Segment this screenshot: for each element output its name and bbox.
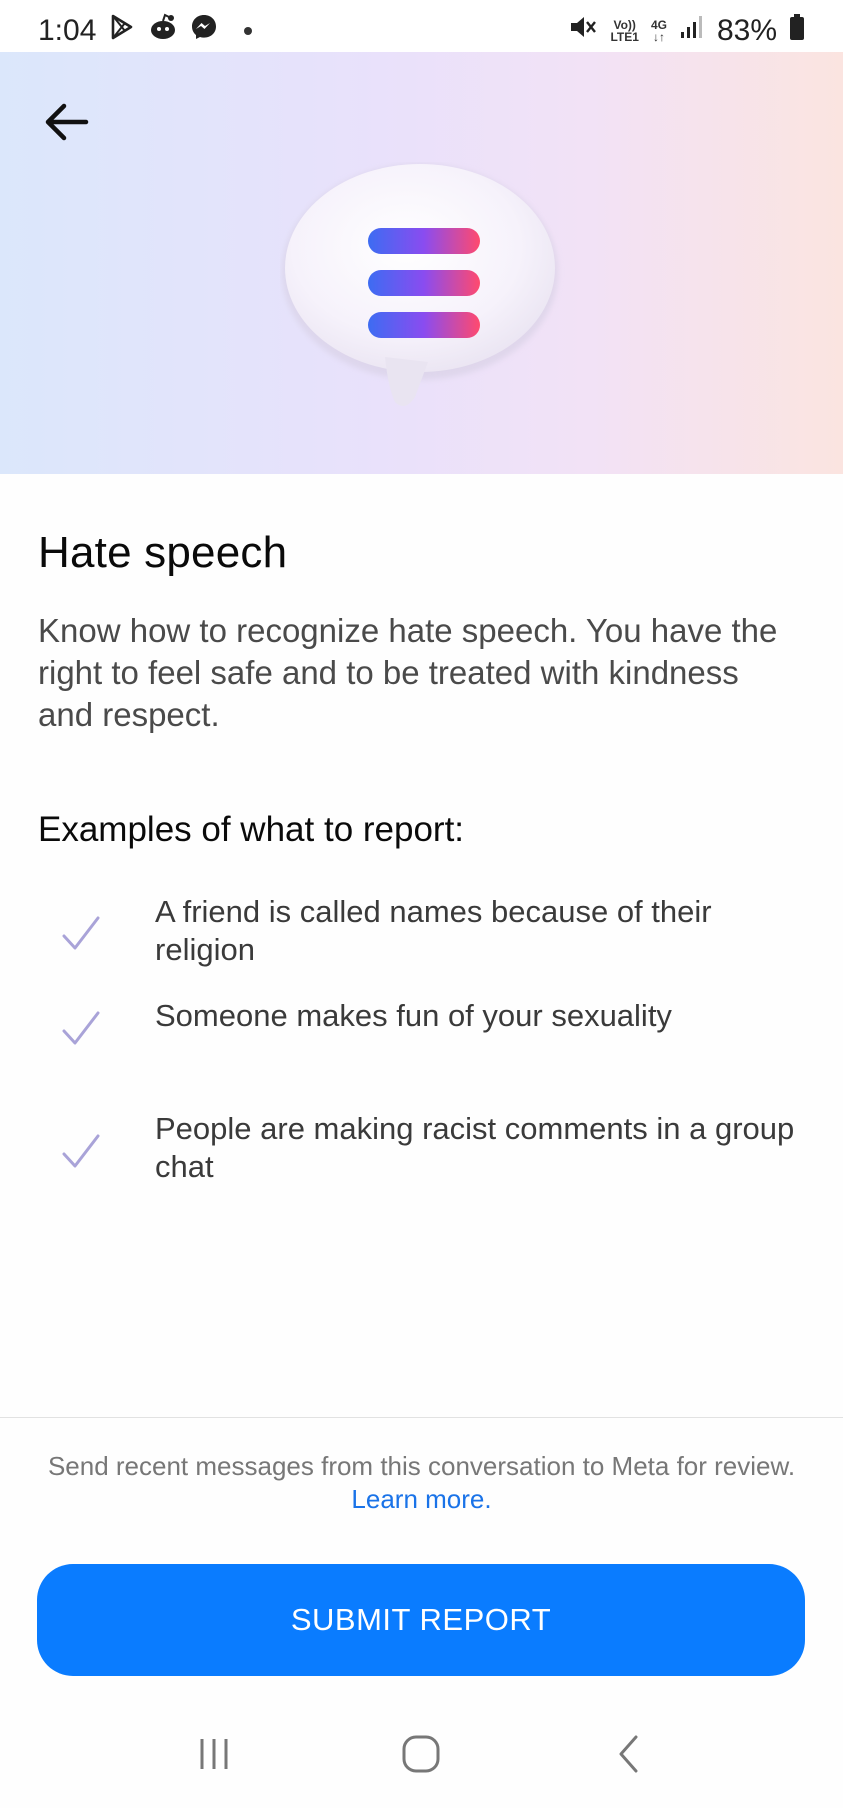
back-button[interactable] bbox=[36, 92, 96, 152]
page-title: Hate speech bbox=[38, 528, 288, 577]
network-volte: Vo)) LTE1 bbox=[610, 19, 638, 43]
mute-icon bbox=[568, 13, 598, 49]
reddit-icon bbox=[148, 13, 178, 49]
learn-more-link[interactable]: Learn more. bbox=[351, 1484, 491, 1514]
check-icon bbox=[62, 1011, 100, 1045]
chat-bubble-list-icon bbox=[280, 162, 570, 422]
battery-icon bbox=[789, 13, 805, 49]
submit-report-button[interactable]: SUBMIT REPORT bbox=[37, 1564, 805, 1676]
check-icon bbox=[62, 916, 100, 950]
lte-label: LTE1 bbox=[610, 30, 639, 44]
recent-apps-button[interactable] bbox=[179, 1724, 249, 1784]
hero-banner bbox=[0, 52, 843, 474]
check-icon bbox=[62, 1134, 100, 1168]
signal-icon bbox=[679, 14, 705, 48]
status-time: 1:04 bbox=[38, 14, 97, 47]
footer-divider bbox=[0, 1417, 843, 1418]
arrow-left-icon bbox=[45, 103, 89, 141]
data-arrows-icon: ↓↑ bbox=[652, 30, 665, 44]
examples-heading: Examples of what to report: bbox=[38, 810, 465, 849]
battery-percent: 83% bbox=[716, 14, 777, 47]
status-left: 1:04 bbox=[38, 13, 253, 49]
example-text: A friend is called names because of thei… bbox=[155, 894, 712, 967]
notification-dot bbox=[244, 27, 253, 35]
review-note: Send recent messages from this conversat… bbox=[40, 1450, 803, 1516]
back-icon bbox=[619, 1735, 638, 1773]
example-text: People are making racist comments in a g… bbox=[155, 1111, 795, 1184]
page-description: Know how to recognize hate speech. You h… bbox=[38, 612, 778, 733]
messenger-icon bbox=[190, 13, 218, 49]
network-4g: 4G ↓↑ bbox=[651, 19, 667, 43]
home-button[interactable] bbox=[386, 1724, 456, 1784]
play-store-icon bbox=[108, 13, 136, 49]
home-icon bbox=[402, 1735, 440, 1773]
system-nav-bar bbox=[0, 1700, 843, 1808]
recent-apps-icon bbox=[200, 1739, 228, 1769]
nav-back-button[interactable] bbox=[594, 1724, 664, 1784]
status-right: Vo)) LTE1 4G ↓↑ 83% bbox=[568, 13, 805, 49]
review-note-text: Send recent messages from this conversat… bbox=[47, 1451, 796, 1481]
example-text: Someone makes fun of your sexuality bbox=[155, 998, 672, 1033]
